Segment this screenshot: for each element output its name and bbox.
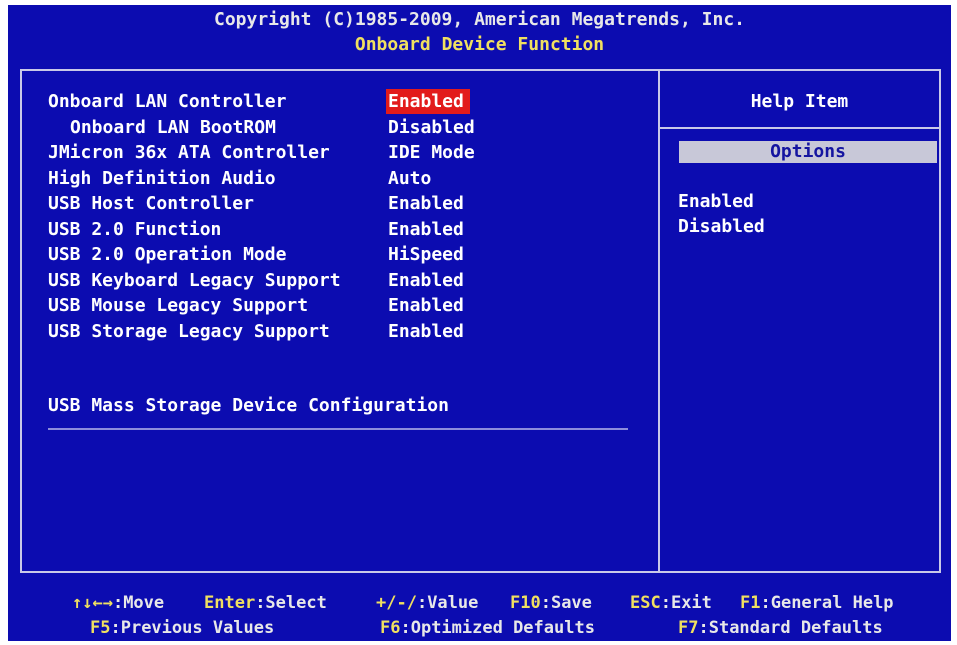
setting-value[interactable]: Enabled bbox=[388, 268, 464, 293]
legend-previous-values: F5:Previous Values bbox=[90, 618, 275, 638]
setting-usb-keyboard-legacy[interactable]: USB Keyboard Legacy Support Enabled bbox=[48, 268, 648, 294]
submenu-usb-mass-storage[interactable]: USB Mass Storage Device Configuration bbox=[48, 393, 449, 419]
setting-value[interactable]: HiSpeed bbox=[388, 242, 464, 267]
bios-header: Copyright (C)1985-2009, American Megatre… bbox=[8, 5, 951, 63]
setting-value[interactable]: Enabled bbox=[388, 191, 464, 216]
setting-value[interactable]: IDE Mode bbox=[388, 140, 475, 165]
setting-label: USB Mouse Legacy Support bbox=[48, 295, 309, 316]
help-title: Help Item bbox=[750, 91, 849, 112]
help-options-list: Enabled Disabled bbox=[678, 189, 765, 239]
help-divider bbox=[660, 127, 939, 129]
setting-label: High Definition Audio bbox=[48, 167, 276, 189]
legend-save: F10:Save bbox=[510, 593, 592, 613]
setting-label: USB 2.0 Function bbox=[48, 218, 222, 240]
setting-jmicron-ata-controller[interactable]: JMicron 36x ATA Controller IDE Mode bbox=[48, 140, 648, 166]
setting-value[interactable]: Enabled bbox=[388, 293, 464, 318]
help-option: Enabled bbox=[678, 191, 754, 212]
help-option: Disabled bbox=[678, 216, 765, 237]
setting-label: USB Keyboard Legacy Support bbox=[48, 269, 341, 291]
setting-value[interactable]: Enabled bbox=[388, 217, 464, 242]
submenu-divider bbox=[48, 428, 628, 430]
setting-label: USB Host Controller bbox=[48, 193, 254, 214]
page-title: Onboard Device Function bbox=[354, 34, 605, 55]
setting-value[interactable]: Auto bbox=[388, 166, 431, 191]
setting-value[interactable]: Enabled bbox=[388, 319, 464, 344]
setting-label: JMicron 36x ATA Controller bbox=[48, 142, 330, 163]
copyright-text: Copyright (C)1985-2009, American Megatre… bbox=[213, 9, 745, 30]
legend-standard-defaults: F7:Standard Defaults bbox=[678, 618, 883, 638]
main-panel: Onboard LAN Controller Enabled Onboard L… bbox=[20, 69, 941, 573]
legend-optimized-defaults: F6:Optimized Defaults bbox=[380, 618, 595, 638]
bios-screen: Copyright (C)1985-2009, American Megatre… bbox=[8, 5, 951, 641]
setting-label: Onboard LAN Controller bbox=[48, 91, 287, 112]
setting-usb-2-operation-mode[interactable]: USB 2.0 Operation Mode HiSpeed bbox=[48, 242, 648, 268]
help-panel: Help Item Options Enabled Disabled bbox=[660, 71, 939, 571]
settings-list: Onboard LAN Controller Enabled Onboard L… bbox=[48, 89, 648, 344]
setting-label: USB 2.0 Operation Mode bbox=[48, 244, 287, 265]
key-legend: ↑↓←→:Move Enter:Select +/-/:Value F10:Sa… bbox=[8, 591, 951, 641]
setting-usb-2-function[interactable]: USB 2.0 Function Enabled bbox=[48, 217, 648, 243]
setting-value-selected[interactable]: Enabled bbox=[386, 89, 470, 114]
setting-onboard-lan-controller[interactable]: Onboard LAN Controller Enabled bbox=[48, 89, 648, 115]
setting-value[interactable]: Disabled bbox=[388, 115, 475, 140]
legend-value: +/-/:Value bbox=[376, 593, 479, 613]
legend-move: ↑↓←→:Move bbox=[72, 593, 165, 613]
setting-onboard-lan-bootrom[interactable]: Onboard LAN BootROM Disabled bbox=[48, 115, 648, 141]
options-header: Options bbox=[679, 141, 937, 163]
arrows-icon: ↑↓←→ bbox=[72, 593, 113, 613]
legend-exit: ESC:Exit bbox=[630, 593, 712, 613]
legend-select: Enter:Select bbox=[204, 593, 327, 613]
setting-hd-audio[interactable]: High Definition Audio Auto bbox=[48, 166, 648, 192]
setting-usb-storage-legacy[interactable]: USB Storage Legacy Support Enabled bbox=[48, 319, 648, 345]
setting-label: Onboard LAN BootROM bbox=[70, 116, 276, 138]
setting-usb-mouse-legacy[interactable]: USB Mouse Legacy Support Enabled bbox=[48, 293, 648, 319]
legend-general-help: F1:General Help bbox=[740, 593, 894, 613]
setting-usb-host-controller[interactable]: USB Host Controller Enabled bbox=[48, 191, 648, 217]
setting-label: USB Storage Legacy Support bbox=[48, 320, 330, 342]
